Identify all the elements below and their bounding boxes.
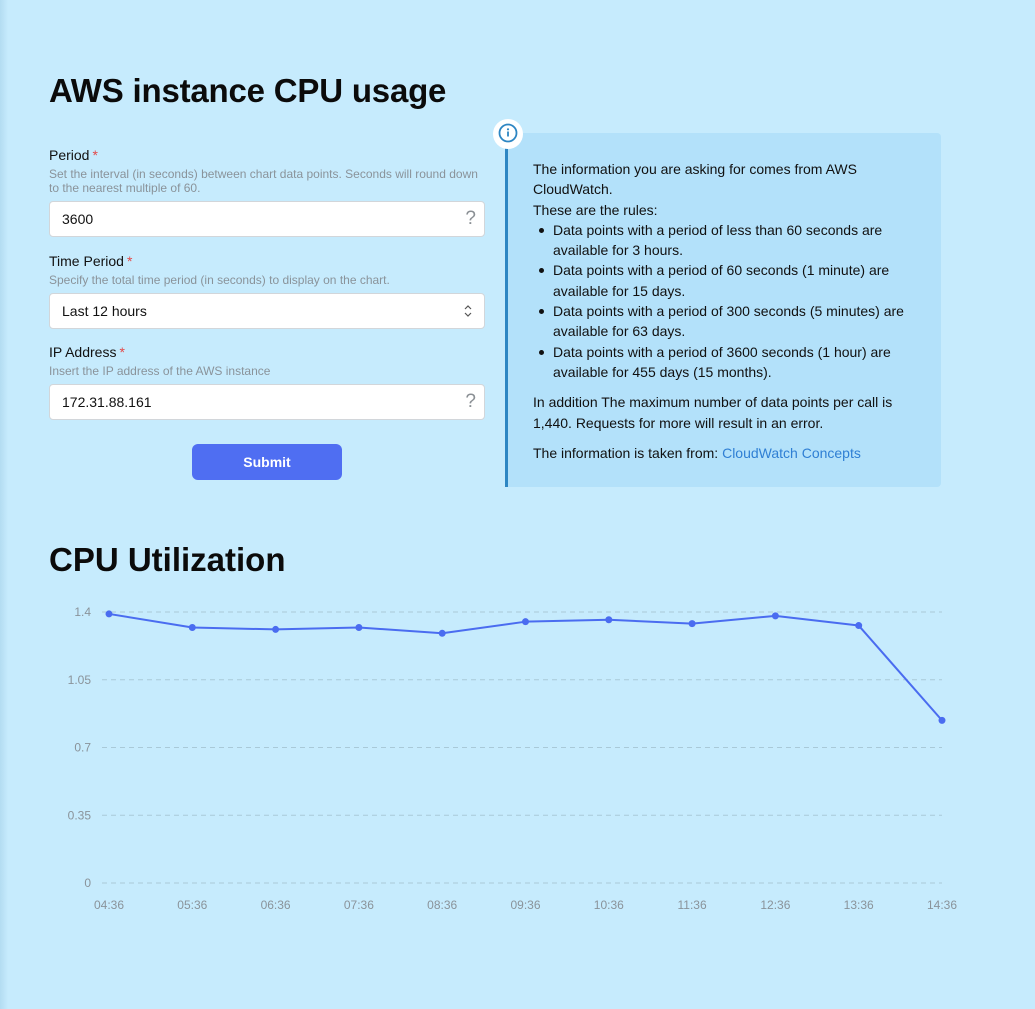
- info-rules-heading: These are the rules:: [533, 201, 658, 218]
- y-tick-label: 1.4: [74, 605, 91, 619]
- data-point: [938, 716, 946, 724]
- data-point: [688, 620, 696, 628]
- data-point: [105, 610, 113, 618]
- x-tick-label: 08:36: [427, 898, 457, 912]
- required-mark: *: [119, 344, 125, 360]
- ip-address-label: IP Address *: [49, 344, 485, 362]
- required-mark: *: [92, 147, 98, 163]
- help-question-icon[interactable]: ?: [465, 208, 476, 230]
- y-tick-label: 0: [84, 876, 91, 890]
- time-period-help-text: Specify the total time period (in second…: [49, 273, 390, 287]
- y-tick-label: 1.05: [68, 673, 92, 687]
- period-field: Period * Set the interval (in seconds) be…: [49, 147, 485, 237]
- submit-button[interactable]: Submit: [192, 444, 342, 480]
- period-input-box: ?: [49, 201, 485, 237]
- info-intro: The information you are asking for comes…: [533, 161, 857, 198]
- info-addition: In addition The maximum number of data p…: [533, 394, 893, 431]
- data-point: [272, 625, 280, 633]
- period-label-text: Period: [49, 147, 90, 163]
- data-point: [855, 622, 863, 630]
- ip-address-label-text: IP Address: [49, 344, 117, 360]
- data-point: [771, 612, 779, 620]
- info-source-prefix: The information is taken from:: [533, 444, 723, 461]
- list-item: Data points with a period of 60 seconds …: [539, 260, 923, 301]
- list-item: Data points with a period of 300 seconds…: [539, 301, 923, 342]
- data-point: [438, 629, 446, 637]
- help-question-icon[interactable]: ?: [465, 391, 476, 413]
- data-point: [355, 623, 363, 631]
- x-tick-label: 12:36: [760, 898, 790, 912]
- chart-section-title: CPU Utilization: [49, 541, 286, 578]
- time-period-field: Time Period * Specify the total time peri…: [49, 253, 485, 329]
- info-source: The information is taken from: CloudWatc…: [533, 443, 923, 463]
- ip-address-field: IP Address * Insert the IP address of the…: [49, 344, 485, 420]
- x-tick-label: 13:36: [844, 898, 874, 912]
- series-line: [108, 612, 943, 722]
- chevron-up-down-icon: [464, 305, 472, 317]
- x-tick-label: 10:36: [594, 898, 624, 912]
- time-period-selected-value: Last 12 hours: [62, 303, 147, 319]
- time-period-label: Time Period *: [49, 253, 485, 271]
- list-item: Data points with a period of 3600 second…: [539, 342, 923, 383]
- x-tick-label: 14:36: [927, 898, 957, 912]
- info-circle-icon: [498, 123, 518, 143]
- page-title: AWS instance CPU usage: [49, 72, 447, 109]
- ip-address-input[interactable]: [50, 385, 484, 419]
- info-panel: The information you are asking for comes…: [505, 133, 941, 487]
- period-input[interactable]: [50, 202, 484, 236]
- data-point: [522, 618, 529, 626]
- ip-address-help-text: Insert the IP address of the AWS instanc…: [49, 364, 271, 378]
- required-mark: *: [126, 253, 133, 269]
- y-tick-label: 0.35: [68, 808, 92, 822]
- x-tick-label: 11:36: [678, 898, 707, 912]
- period-help-text: Set the interval (in seconds) between ch…: [49, 167, 478, 195]
- cpu-utilization-chart: 0 0.35 0.7 1.05 1.4 04:36 05:36 06:36 07:36 08:36…: [68, 605, 958, 912]
- data-point: [605, 616, 613, 624]
- list-item: Data points with a period of less than 6…: [539, 220, 923, 261]
- time-period-label-text: Time Period: [49, 253, 124, 269]
- time-period-select[interactable]: Last 12 hours: [49, 293, 485, 329]
- x-tick-label: 05:36: [177, 898, 207, 912]
- x-tick-label: 07:36: [344, 898, 374, 912]
- x-tick-label: 04:36: [94, 898, 124, 912]
- period-label: Period *: [49, 147, 485, 165]
- data-point: [188, 623, 196, 631]
- x-tick-label: 06:36: [261, 898, 291, 912]
- info-rules-list: Data points with a period of less than 6…: [533, 220, 923, 382]
- cloudwatch-concepts-link[interactable]: CloudWatch Concepts: [722, 445, 861, 461]
- ip-address-input-box: ?: [49, 384, 485, 420]
- y-tick-label: 0.7: [74, 741, 91, 755]
- x-tick-label: 09:36: [510, 898, 540, 912]
- info-icon: [493, 119, 523, 149]
- query-form: Period * Set the interval (in seconds) be…: [49, 147, 485, 480]
